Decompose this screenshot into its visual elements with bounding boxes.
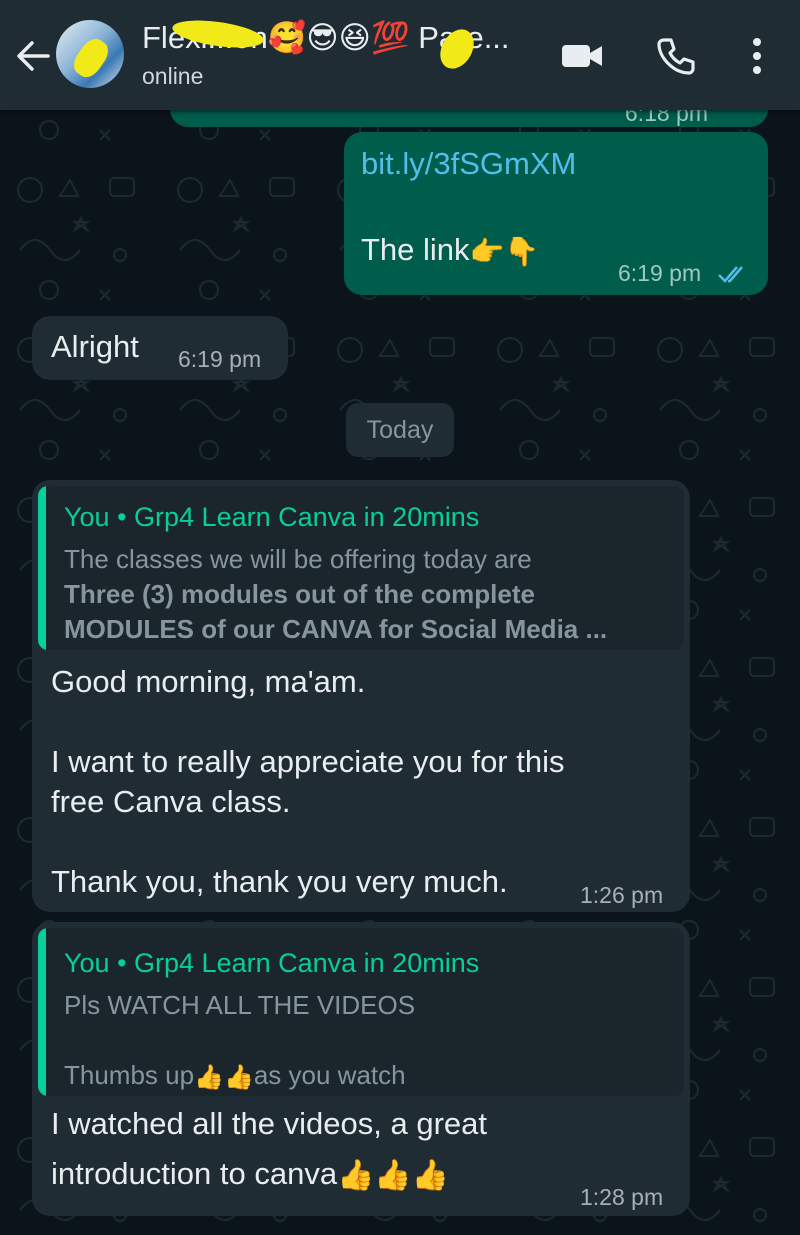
quote-line: Thumbs up👍👍as you watch xyxy=(64,1060,406,1092)
thumbs-up-emoji-icon: 👍👍 xyxy=(194,1063,254,1091)
message-time: 1:28 pm xyxy=(580,1184,664,1210)
message-text-body: The link xyxy=(361,232,470,267)
quote-line: Three (3) modules out of the complete xyxy=(64,579,535,609)
message-bubble-outgoing[interactable]: bit.ly/3fSGmXM The link👉👇 6:19 pm xyxy=(344,132,768,295)
message-text-line: Good morning, ma'am. xyxy=(51,664,366,699)
quote-group-name: Grp4 Learn Canva in 20mins xyxy=(134,502,480,532)
quoted-message[interactable]: You • Grp4 Learn Canva in 20mins The cla… xyxy=(38,486,684,650)
chat-area[interactable]: 6:18 pm bit.ly/3fSGmXM The link👉👇 6:19 p… xyxy=(0,0,800,1235)
message-time: 1:26 pm xyxy=(580,882,664,908)
phone-icon[interactable] xyxy=(656,36,696,76)
day-divider: Today xyxy=(346,403,454,457)
quote-author: You • Grp4 Learn Canva in 20mins xyxy=(64,948,480,978)
message-bubble-incoming[interactable]: You • Grp4 Learn Canva in 20mins Pls WAT… xyxy=(32,922,690,1216)
quote-group-name: Grp4 Learn Canva in 20mins xyxy=(134,948,480,978)
quote-author-name: You xyxy=(64,948,110,978)
contact-name[interactable]: Flexi...on🥰😎😆💯 Pare... xyxy=(142,15,510,75)
quoted-message[interactable]: You • Grp4 Learn Canva in 20mins Pls WAT… xyxy=(38,928,684,1096)
presence-status: online xyxy=(142,63,204,89)
quote-line: MODULES of our CANVA for Social Media ..… xyxy=(64,614,608,644)
message-bubble-incoming[interactable]: You • Grp4 Learn Canva in 20mins The cla… xyxy=(32,480,690,912)
message-bubble-incoming[interactable]: Alright 6:19 pm xyxy=(32,316,288,380)
read-receipt-icon xyxy=(718,266,743,283)
message-link[interactable]: bit.ly/3fSGmXM xyxy=(361,146,576,182)
quote-line-text: Thumbs up xyxy=(64,1060,195,1090)
chat-header: Flexi...on🥰😎😆💯 Pare... online xyxy=(0,0,800,110)
video-call-icon[interactable] xyxy=(560,36,604,76)
message-text-body: introduction to canva xyxy=(51,1156,338,1191)
message-time: 6:19 pm xyxy=(618,260,702,286)
quote-accent-bar xyxy=(38,486,46,650)
message-time: 6:19 pm xyxy=(178,346,262,372)
more-options-icon[interactable] xyxy=(750,36,764,76)
message-text-line: I watched all the videos, a great xyxy=(51,1106,487,1141)
message-text: Alright xyxy=(51,329,139,364)
thumbs-up-emoji-icon: 👍👍👍 xyxy=(337,1159,450,1193)
message-text-line: free Canva class. xyxy=(51,784,291,819)
quote-line: The classes we will be offering today ar… xyxy=(64,544,532,574)
quote-line: Pls WATCH ALL THE VIDEOS xyxy=(64,990,416,1020)
back-arrow-icon[interactable] xyxy=(14,38,52,74)
quote-author: You • Grp4 Learn Canva in 20mins xyxy=(64,502,480,532)
message-text: The link👉👇 xyxy=(361,232,539,268)
message-text-line: Thank you, thank you very much. xyxy=(51,864,508,899)
quote-accent-bar xyxy=(38,928,46,1096)
message-text-line: introduction to canva👍👍👍 xyxy=(51,1156,449,1193)
redaction-mark xyxy=(68,34,114,82)
quote-author-name: You xyxy=(64,502,110,532)
quote-line-text: as you watch xyxy=(253,1060,406,1090)
message-text-line: I want to really appreciate you for this xyxy=(51,744,565,779)
pointing-emoji-icon: 👉👇 xyxy=(469,236,540,268)
avatar[interactable] xyxy=(56,20,124,88)
